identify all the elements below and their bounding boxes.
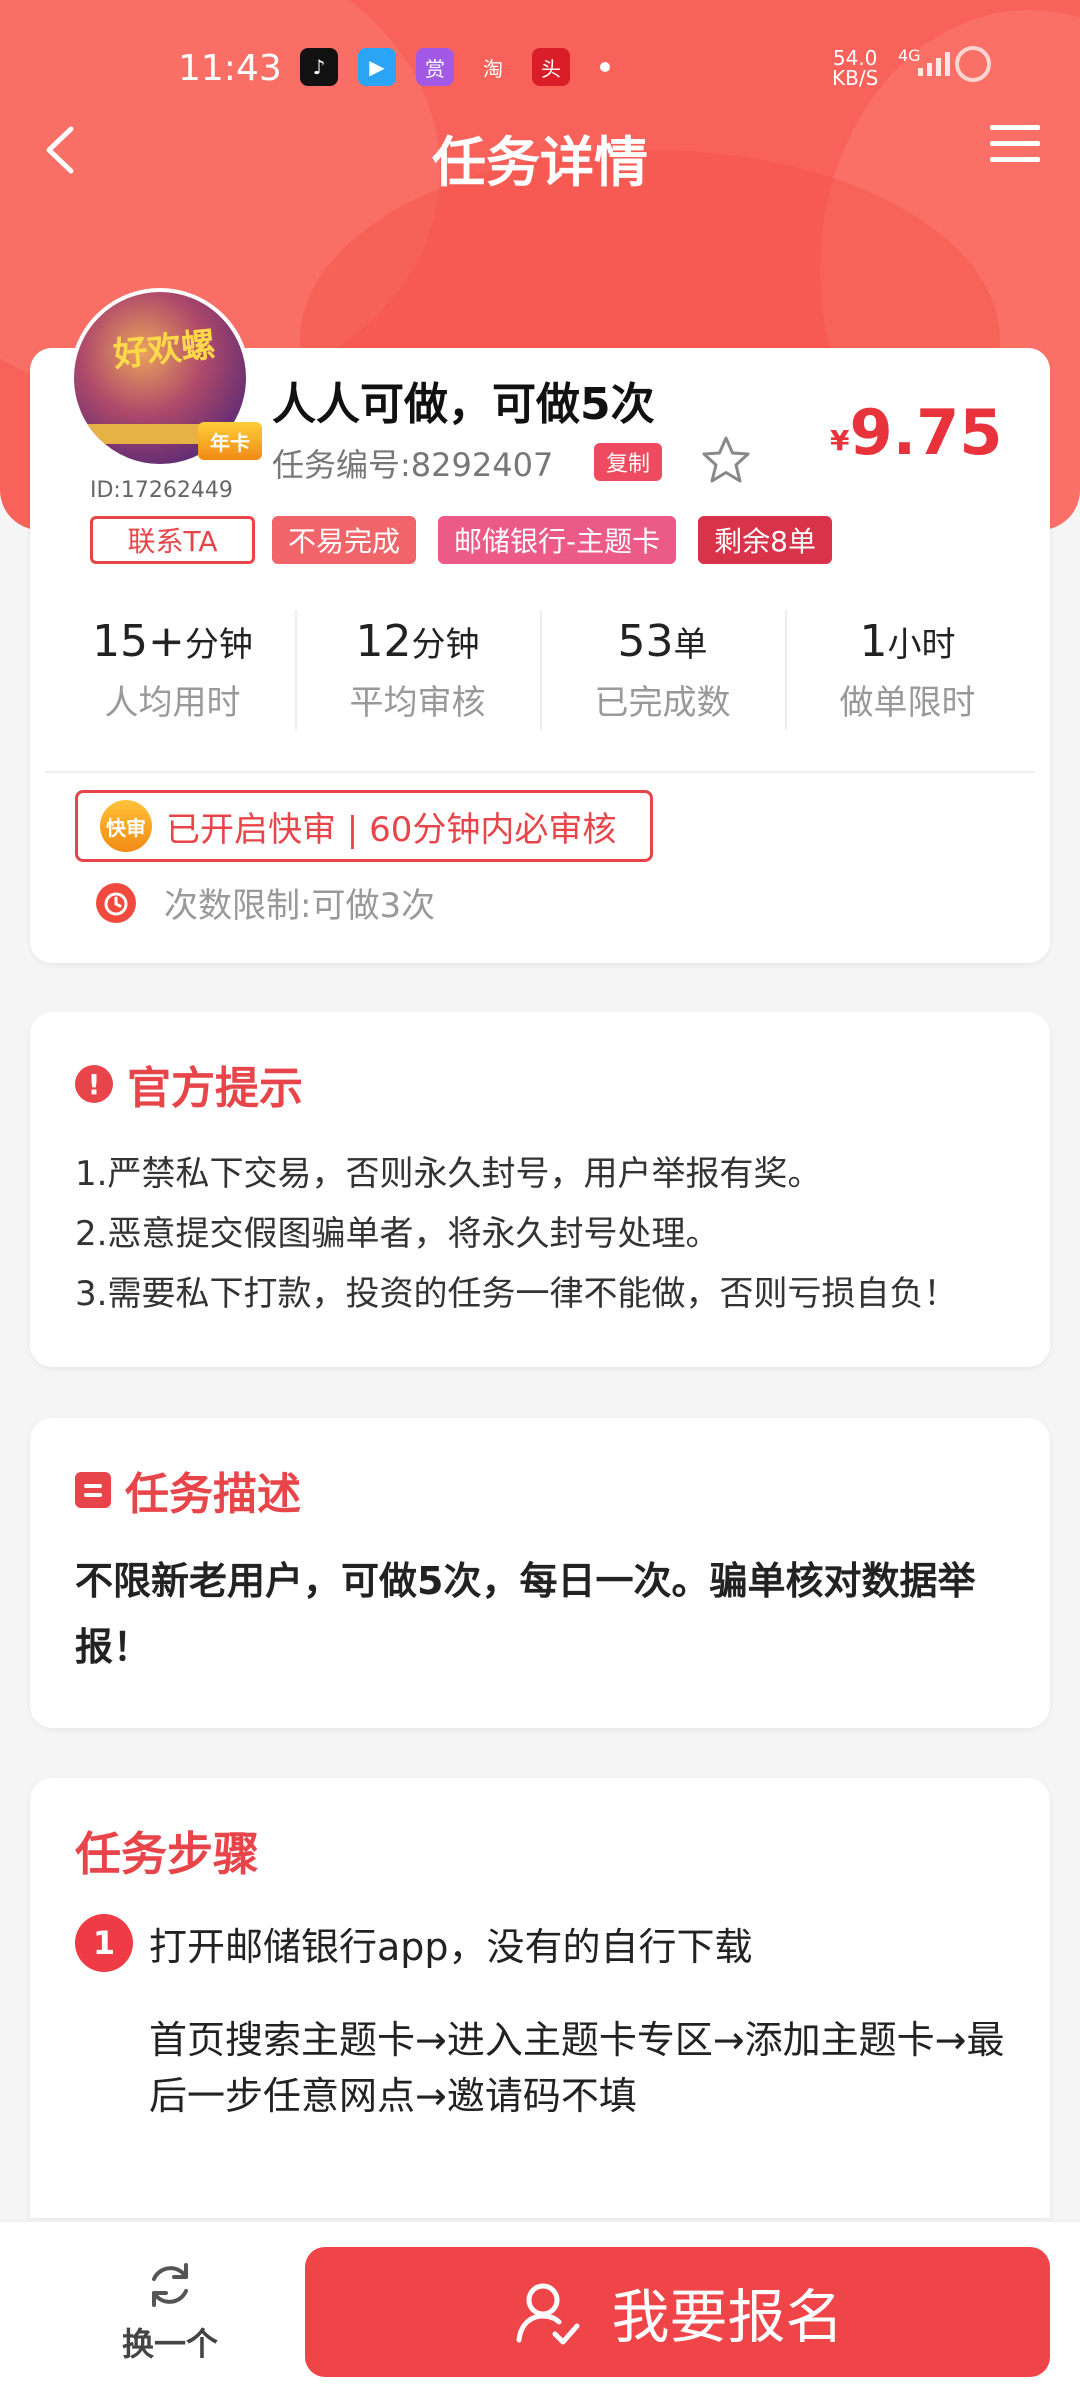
stat-label: 人均用时 bbox=[104, 683, 241, 723]
divider bbox=[45, 771, 1035, 773]
task-info-card: 好欢螺 年卡 ID:17262449 联系TA 人人可做，可做5次 任务编号:8… bbox=[30, 288, 1050, 963]
vip-badge-icon: 年卡 bbox=[198, 422, 262, 460]
tag-category: 邮储银行-主题卡 bbox=[438, 516, 677, 564]
stat-unit: 单 bbox=[673, 625, 708, 665]
stat-value: 1 bbox=[859, 616, 888, 667]
tag-difficulty: 不易完成 bbox=[272, 516, 417, 564]
net-speed-unit: KB/S bbox=[832, 66, 879, 90]
section-header: 任务描述 bbox=[75, 1458, 1005, 1522]
copy-button[interactable]: 复制 bbox=[594, 443, 663, 481]
more-notifications-icon bbox=[600, 62, 610, 72]
signup-label: 我要报名 bbox=[611, 2283, 844, 2351]
signal-icon bbox=[918, 52, 950, 76]
tiktok-icon: ♪ bbox=[300, 48, 338, 86]
menu-button[interactable] bbox=[990, 125, 1040, 175]
stat-label: 已完成数 bbox=[594, 683, 731, 723]
refresh-icon bbox=[152, 2263, 188, 2307]
video-icon: ▶ bbox=[358, 48, 396, 86]
stat-value: 12 bbox=[355, 616, 412, 667]
battery-icon bbox=[955, 46, 991, 82]
net-speed: 54.0 KB/S bbox=[832, 48, 878, 88]
contact-button[interactable]: 联系TA bbox=[90, 516, 255, 564]
task-steps-card: 任务步骤 1 打开邮储银行app，没有的自行下载 首页搜索主题卡→进入主题卡专区… bbox=[30, 1778, 1050, 2218]
net-speed-value: 54.0 bbox=[832, 46, 878, 70]
favorite-star-icon[interactable] bbox=[700, 434, 752, 486]
stat-completed: 53单 已完成数 bbox=[540, 606, 785, 736]
task-description-card: 任务描述 不限新老用户，可做5次，每日一次。骗单核对数据举报！ bbox=[30, 1418, 1050, 1728]
stat-label: 平均审核 bbox=[349, 683, 486, 723]
task-price: ¥9.75 bbox=[830, 396, 1002, 469]
tip-item: 3.需要私下打款，投资的任务一律不能做，否则亏损自负！ bbox=[75, 1274, 958, 1314]
stat-unit: 分钟 bbox=[411, 625, 480, 665]
tips-list: 1.严禁私下交易，否则永久封号，用户举报有奖。 2.恶意提交假图骗单者，将永久封… bbox=[75, 1144, 1005, 1324]
swap-task-label: 换一个 bbox=[121, 2325, 218, 2363]
price-currency: ¥ bbox=[830, 424, 850, 457]
stat-unit: 小时 bbox=[887, 625, 956, 665]
task-title: 人人可做，可做5次 bbox=[272, 379, 655, 430]
user-check-icon bbox=[516, 2283, 580, 2345]
step-text: 打开邮储银行app，没有的自行下载 bbox=[149, 1924, 753, 1969]
status-bar: 11:43 ♪ ▶ 赏 淘 头 54.0 KB/S 4G bbox=[0, 40, 1080, 100]
official-tips-card: ! 官方提示 1.严禁私下交易，否则永久封号，用户举报有奖。 2.恶意提交假图骗… bbox=[30, 1012, 1050, 1367]
alarm-clock-icon bbox=[96, 882, 136, 923]
stat-avg-review: 12分钟 平均审核 bbox=[295, 606, 540, 736]
news-app-icon: 头 bbox=[532, 48, 570, 86]
page-title: 任务详情 bbox=[432, 131, 648, 194]
reward-app-icon: 赏 bbox=[416, 48, 454, 86]
stat-value: 15+ bbox=[92, 616, 185, 667]
status-app-icons: ♪ ▶ 赏 淘 头 bbox=[300, 48, 610, 86]
section-title: 任务步骤 bbox=[75, 1827, 259, 1881]
menu-icon bbox=[990, 125, 1040, 130]
stat-value: 53 bbox=[617, 616, 674, 667]
tip-item: 1.严禁私下交易，否则永久封号，用户举报有奖。 bbox=[75, 1154, 822, 1194]
quick-review-banner: 快审 已开启快审 | 60分钟内必审核 bbox=[75, 790, 653, 862]
taobao-icon: 淘 bbox=[474, 48, 512, 86]
attempt-limit: 次数限制:可做3次 bbox=[96, 878, 435, 927]
section-title: 任务描述 bbox=[125, 1469, 301, 1520]
bottom-action-bar: 换一个 我要报名 bbox=[0, 2220, 1080, 2400]
price-value: 9.75 bbox=[849, 396, 1003, 469]
task-tags: 不易完成 邮储银行-主题卡 剩余8单 bbox=[272, 516, 832, 564]
signup-button[interactable]: 我要报名 bbox=[305, 2247, 1050, 2377]
description-text: 不限新老用户，可做5次，每日一次。骗单核对数据举报！ bbox=[75, 1559, 976, 1669]
stat-time-limit: 1小时 做单限时 bbox=[785, 606, 1030, 736]
stat-unit: 分钟 bbox=[184, 625, 253, 665]
tag-remaining: 剩余8单 bbox=[698, 516, 832, 564]
user-id: ID:17262449 bbox=[90, 478, 233, 503]
status-time: 11:43 bbox=[178, 48, 282, 89]
task-stats: 15+分钟 人均用时 12分钟 平均审核 53单 已完成数 1小时 做单限时 bbox=[50, 606, 1030, 736]
step-detail: 首页搜索主题卡→进入主题卡专区→添加主题卡→最后一步任意网点→邀请码不填 bbox=[149, 2018, 1005, 2118]
section-title: 官方提示 bbox=[127, 1063, 303, 1114]
step-number: 1 bbox=[75, 1914, 133, 1972]
attempt-limit-text: 次数限制:可做3次 bbox=[164, 886, 436, 926]
quick-review-icon: 快审 bbox=[100, 800, 152, 852]
stat-avg-time: 15+分钟 人均用时 bbox=[50, 606, 295, 736]
section-header: ! 官方提示 bbox=[75, 1052, 1005, 1116]
stat-label: 做单限时 bbox=[839, 683, 976, 723]
tip-item: 2.恶意提交假图骗单者，将永久封号处理。 bbox=[75, 1214, 720, 1254]
swap-task-button[interactable]: 换一个 bbox=[100, 2257, 240, 2367]
task-number: 任务编号:8292407 bbox=[272, 446, 554, 484]
document-icon bbox=[75, 1472, 111, 1508]
step-item: 1 打开邮储银行app，没有的自行下载 bbox=[75, 1914, 1005, 1972]
quick-review-text: 已开启快审 | 60分钟内必审核 bbox=[166, 809, 617, 850]
warning-icon: ! bbox=[75, 1065, 113, 1103]
avatar-artwork: 好欢螺 bbox=[111, 324, 218, 376]
